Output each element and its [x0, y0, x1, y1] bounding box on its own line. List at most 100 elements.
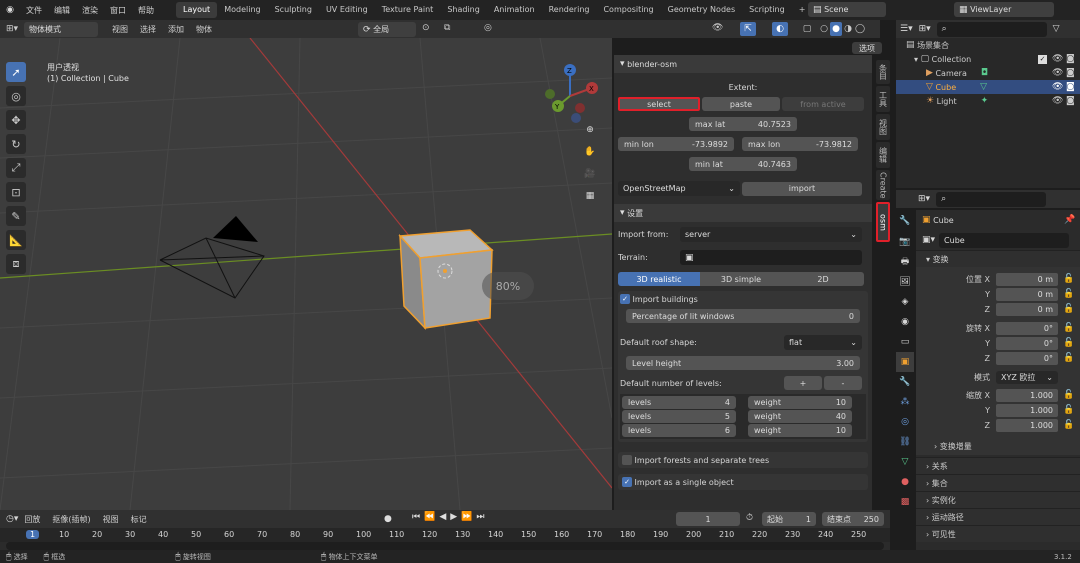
stopwatch-icon[interactable]: ⏱: [746, 513, 753, 523]
workspace-tab-shading[interactable]: Shading: [440, 2, 487, 18]
tab-edit[interactable]: 编辑: [876, 142, 890, 168]
eye-icon[interactable]: 👁: [1052, 82, 1063, 92]
menu-file[interactable]: 文件: [20, 5, 48, 16]
camera-view-icon[interactable]: 🎥: [582, 166, 598, 182]
proportional-edit-icon[interactable]: ◎: [484, 23, 492, 33]
lock-icon[interactable]: 🔓: [1063, 420, 1074, 430]
rendered-shading-icon[interactable]: ◯: [854, 22, 866, 36]
collection-tab-icon[interactable]: ▭: [896, 332, 914, 352]
workspace-tab-rendering[interactable]: Rendering: [542, 2, 597, 18]
visibility-icon[interactable]: 👁: [712, 23, 723, 33]
import-button[interactable]: import: [742, 181, 862, 196]
snap-icon[interactable]: ⧉: [444, 23, 450, 33]
workspace-tab-sculpting[interactable]: Sculpting: [268, 2, 319, 18]
timeline-menu-marker[interactable]: 标记: [125, 514, 153, 525]
transform-section-header[interactable]: ▾ 变换: [916, 250, 1080, 267]
texture-tab-icon[interactable]: ▩: [896, 492, 914, 512]
forests-row[interactable]: Import forests and separate trees: [618, 452, 868, 468]
transform-tool-icon[interactable]: ⊡: [6, 182, 26, 202]
lock-icon[interactable]: 🔓: [1063, 353, 1074, 363]
tab-view[interactable]: 视图: [876, 114, 890, 140]
outliner-item-camera[interactable]: ▶ Camera ◘ 👁 ◙: [896, 66, 1080, 80]
annotate-tool-icon[interactable]: ✎: [6, 206, 26, 226]
lock-icon[interactable]: 🔓: [1063, 289, 1074, 299]
pan-hand-icon[interactable]: ✋: [582, 144, 598, 160]
lock-icon[interactable]: 🔓: [1063, 323, 1074, 333]
object-browse-icon[interactable]: ▣▾: [922, 235, 935, 245]
cursor-tool-icon[interactable]: ◎: [6, 86, 26, 106]
workspace-tab-layout[interactable]: Layout: [176, 2, 218, 18]
jump-start-icon[interactable]: ⏮: [412, 512, 420, 522]
relations-section-header[interactable]: › 关系: [916, 457, 1080, 474]
data-tab-icon[interactable]: ▽: [896, 452, 914, 472]
prev-keyframe-icon[interactable]: ⏪: [424, 512, 435, 522]
scene-collection-row[interactable]: ▤ 场景集合: [896, 38, 1080, 52]
tab-create[interactable]: Create: [876, 170, 890, 200]
mode-3d-realistic[interactable]: 3D realistic: [618, 272, 700, 286]
tool-tab-icon[interactable]: 🔧: [896, 210, 914, 232]
current-frame-field[interactable]: 1: [676, 512, 740, 526]
world-tab-icon[interactable]: ◉: [896, 312, 914, 332]
terrain-field[interactable]: ▣: [680, 250, 862, 265]
scale-tool-icon[interactable]: ⤢: [6, 158, 26, 178]
max-lon-field[interactable]: max lon -73.9812: [742, 137, 858, 151]
outliner-item-cube[interactable]: ▽ Cube ▽ 👁 ◙: [896, 80, 1080, 94]
data-source-dropdown[interactable]: OpenStreetMap ⌄: [618, 181, 740, 196]
import-from-dropdown[interactable]: server ⌄: [680, 227, 862, 242]
workspace-tab-modeling[interactable]: Modeling: [217, 2, 267, 18]
camera-render-icon[interactable]: ◙: [1066, 54, 1075, 64]
next-keyframe-icon[interactable]: ⏩: [461, 512, 472, 522]
gizmo-toggle-icon[interactable]: ⇱: [740, 22, 756, 36]
editor-type-icon[interactable]: ⊞▾: [0, 24, 24, 34]
motion-paths-section-header[interactable]: › 运动路径: [916, 508, 1080, 525]
material-shading-icon[interactable]: ◑: [842, 22, 854, 36]
rotation-x-field[interactable]: 0°: [996, 321, 1058, 335]
lock-icon[interactable]: 🔓: [1063, 390, 1074, 400]
roof-dropdown[interactable]: flat ⌄: [784, 335, 862, 350]
workspace-tab-geometry-nodes[interactable]: Geometry Nodes: [661, 2, 742, 18]
timeline-menu-view[interactable]: 视图: [97, 514, 125, 525]
transform-orientation-dropdown[interactable]: ⟳ 全局: [358, 22, 416, 37]
object-tab-icon[interactable]: ▣: [896, 352, 914, 372]
tab-item[interactable]: 条目: [876, 60, 890, 84]
timeline-menu-keying[interactable]: 抠像(插帧): [46, 514, 96, 525]
play-reverse-icon[interactable]: ◀: [439, 512, 446, 522]
jump-end-icon[interactable]: ⏭: [476, 512, 484, 522]
timeline-scrollbar[interactable]: [6, 542, 884, 550]
visibility-section-header[interactable]: › 可见性: [916, 525, 1080, 542]
navigation-gizmo[interactable]: Z X Y: [540, 62, 606, 128]
lit-windows-field[interactable]: Percentage of lit windows 0: [626, 309, 860, 323]
location-x-field[interactable]: 0 m: [996, 272, 1058, 286]
options-dropdown[interactable]: 选项: [852, 42, 882, 54]
remove-level-button[interactable]: -: [824, 376, 862, 390]
tab-osm[interactable]: osm: [876, 202, 890, 242]
xray-icon[interactable]: ▢: [800, 22, 814, 36]
render-tab-icon[interactable]: 📷: [896, 232, 914, 252]
blender-logo-icon[interactable]: ◉: [0, 5, 20, 15]
select-button[interactable]: select: [618, 97, 700, 111]
workspace-tab-animation[interactable]: Animation: [487, 2, 542, 18]
scene-tab-icon[interactable]: ◈: [896, 292, 914, 312]
outliner-item-light[interactable]: ☀ Light ✦ 👁 ◙: [896, 94, 1080, 108]
pivot-icon[interactable]: ⊙: [422, 23, 430, 33]
end-frame-field[interactable]: 结束点 250: [822, 512, 884, 526]
list-item[interactable]: levels 5 weight 40: [622, 410, 864, 423]
rotation-mode-dropdown[interactable]: XYZ 欧拉 ⌄: [996, 370, 1058, 384]
outliner-search-input[interactable]: ⌕: [936, 21, 1047, 37]
mode-3d-simple[interactable]: 3D simple: [700, 272, 782, 286]
collections-section-header[interactable]: › 集合: [916, 474, 1080, 491]
cube-object[interactable]: [398, 229, 494, 331]
view-layer-selector[interactable]: ▦ ViewLayer: [954, 2, 1054, 17]
viewport-menu-select[interactable]: 选择: [134, 24, 162, 35]
menu-help[interactable]: 帮助: [132, 5, 160, 16]
workspace-tab-compositing[interactable]: Compositing: [596, 2, 660, 18]
menu-render[interactable]: 渲染: [76, 5, 104, 16]
record-icon[interactable]: ●: [384, 514, 392, 524]
delta-transform-header[interactable]: › 变换增量: [916, 438, 1080, 455]
rotation-y-field[interactable]: 0°: [996, 336, 1058, 350]
timeline-menu-playback[interactable]: 回放: [18, 514, 46, 525]
level-height-field[interactable]: Level height 3.00: [626, 356, 860, 370]
frame-ruler[interactable]: 1 10 20 30 40 50 60 70 80 90 100 110 120 130 140 150 160…: [0, 528, 890, 542]
max-lat-field[interactable]: max lat 40.7523: [618, 117, 868, 131]
output-tab-icon[interactable]: 🖶: [896, 252, 914, 272]
